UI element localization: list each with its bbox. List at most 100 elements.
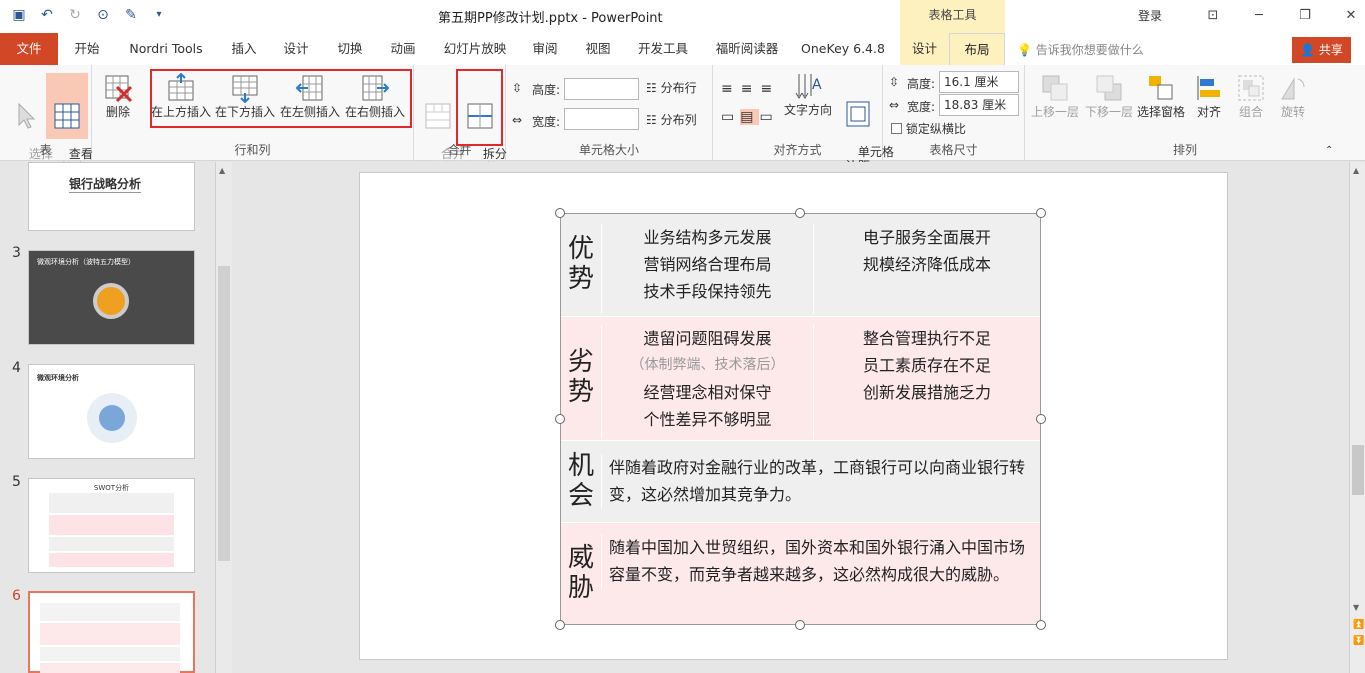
scroll-down-icon[interactable]: ▼ [1353, 603, 1359, 612]
scroll-thumb[interactable] [1352, 445, 1364, 495]
select-button[interactable]: 选择 [6, 73, 53, 175]
scroll-up-icon[interactable]: ▲ [1353, 166, 1359, 175]
ribbon-display-icon[interactable]: ⊡ [1190, 4, 1236, 28]
next-slide-icon[interactable]: ⏬ [1353, 636, 1364, 646]
tab-foxit[interactable]: 福昕阅读器 [710, 33, 784, 65]
highlight-insert-box [150, 69, 412, 128]
align-label: 对齐 [1196, 105, 1221, 119]
touch-icon[interactable]: ✎ [122, 6, 140, 24]
lock-ratio-checkbox[interactable]: 锁定纵横比 [891, 120, 966, 137]
thumbnail-slide-4[interactable]: 微观环境分析 [28, 364, 195, 459]
tab-review[interactable]: 审阅 [525, 33, 565, 65]
table-width-input[interactable]: 18.83 厘米 [939, 94, 1019, 116]
undo-icon[interactable]: ↶ [38, 6, 56, 24]
resize-handle-mr[interactable] [1036, 414, 1046, 424]
strengths-left-cell[interactable]: 业务结构多元发展 营销网络合理布局 技术手段保持领先 [601, 224, 814, 314]
window-title: 第五期PP修改计划.pptx - PowerPoint [438, 11, 663, 26]
group-icon [1238, 75, 1264, 101]
opportunities-cell[interactable]: 伴随着政府对金融行业的改革，工商银行可以向商业银行转变，这必然增加其竞争力。 [601, 454, 1040, 508]
swot-table[interactable]: 优 势 业务结构多元发展 营销网络合理布局 技术手段保持领先 电子服务全面展开 … [560, 213, 1041, 625]
tab-transitions[interactable]: 切换 [330, 33, 370, 65]
tab-design[interactable]: 设计 [276, 33, 316, 65]
lightbulb-icon: 💡 [1017, 43, 1032, 57]
prev-slide-icon[interactable]: ⏫ [1353, 620, 1364, 630]
scroll-thumb[interactable] [218, 266, 230, 561]
resize-handle-bl[interactable] [555, 620, 565, 630]
thumbnails-scrollbar[interactable]: ▲ [215, 162, 232, 673]
cell-width-input[interactable] [564, 108, 639, 130]
bring-forward-button[interactable]: 上移一层 [1029, 73, 1081, 119]
share-button[interactable]: 👤 共享 [1292, 37, 1351, 63]
rotate-button[interactable]: 旋转 [1273, 73, 1313, 119]
thumbnail-slide-5[interactable]: SWOT分析 [28, 478, 195, 573]
send-backward-button[interactable]: 下移一层 [1083, 73, 1135, 119]
weakness-item: 员工素质存在不足 [862, 356, 991, 375]
text-direction-button[interactable]: A 文字方向 [783, 71, 833, 117]
weakness-item: 个性差异不够明显 [643, 410, 772, 429]
close-icon[interactable]: ✕ [1328, 4, 1365, 28]
threats-row[interactable]: 威 胁 随着中国加入世贸组织，国外资本和国外银行涌入中国市场容量不变，而竞争者越… [561, 523, 1040, 624]
distribute-cols-button[interactable]: ☷ 分布列 [646, 113, 712, 127]
thumbnail-diagram [93, 283, 129, 319]
weaknesses-left-cell[interactable]: 遗留问题阻碍发展 （体制弊端、技术落后） 经营理念相对保守 个性差异不够明显 [601, 325, 814, 439]
login-link[interactable]: 登录 [1138, 7, 1162, 24]
resize-handle-tl[interactable] [555, 208, 565, 218]
resize-handle-ml[interactable] [555, 414, 565, 424]
save-icon[interactable]: ▣ [10, 6, 28, 24]
tab-table-design[interactable]: 设计 [900, 33, 949, 65]
tab-nordri[interactable]: Nordri Tools [120, 33, 212, 65]
opportunities-row[interactable]: 机 会 伴随着政府对金融行业的改革，工商银行可以向商业银行转变，这必然增加其竞争… [561, 441, 1040, 523]
tab-file[interactable]: 文件 [0, 33, 58, 65]
tell-me-box[interactable]: 💡 告诉我你想要做什么 [1017, 41, 1144, 58]
gridlines-icon [54, 103, 80, 129]
table-height-label: 高度: [907, 77, 936, 91]
resize-handle-tc[interactable] [795, 208, 805, 218]
collapse-ribbon-icon[interactable]: ⌃ [1325, 145, 1333, 156]
restore-icon[interactable]: ❐ [1282, 4, 1328, 28]
weaknesses-row[interactable]: 劣 势 遗留问题阻碍发展 （体制弊端、技术落后） 经营理念相对保守 个性差异不够… [561, 317, 1040, 441]
editor-scrollbar[interactable]: ▲ ▼ ⏫ ⏬ [1349, 162, 1365, 673]
resize-handle-br[interactable] [1036, 620, 1046, 630]
present-icon[interactable]: ⊙ [94, 6, 112, 24]
tab-animations[interactable]: 动画 [383, 33, 423, 65]
delete-label: 删除 [105, 105, 130, 119]
cell-height-input[interactable] [564, 78, 639, 100]
align-button[interactable]: 对齐 [1189, 73, 1229, 119]
strengths-row[interactable]: 优 势 业务结构多元发展 营销网络合理布局 技术手段保持领先 电子服务全面展开 … [561, 214, 1040, 317]
thumbnail-slide-6-selected[interactable] [28, 591, 195, 673]
tab-table-layout[interactable]: 布局 [949, 33, 1005, 65]
more-icon[interactable]: ▾ [150, 6, 168, 24]
delete-button[interactable]: 删除 [100, 73, 136, 119]
threats-cell[interactable]: 随着中国加入世贸组织，国外资本和国外银行涌入中国市场容量不变，而竞争者越来越多，… [601, 534, 1040, 588]
redo-icon[interactable]: ↻ [66, 6, 84, 24]
share-label: 共享 [1318, 43, 1343, 57]
tab-onekey[interactable]: OneKey 6.4.8 [798, 33, 888, 65]
rows-cols-group-label: 行和列 [234, 143, 271, 157]
vertical-align-icons[interactable]: ▭▤▭ [721, 109, 779, 125]
tab-view[interactable]: 视图 [578, 33, 618, 65]
resize-handle-bc[interactable] [795, 620, 805, 630]
resize-handle-tr[interactable] [1036, 208, 1046, 218]
tab-home[interactable]: 开始 [68, 33, 106, 65]
distribute-rows-button[interactable]: ☷ 分布行 [646, 81, 712, 95]
minimize-icon[interactable]: ─ [1236, 4, 1282, 28]
horizontal-align-icons[interactable]: ≡≡≡ [721, 81, 780, 97]
scroll-up-icon[interactable]: ▲ [219, 166, 225, 175]
tab-slideshow[interactable]: 幻灯片放映 [438, 33, 512, 65]
group-button[interactable]: 组合 [1231, 73, 1271, 119]
slide-thumbnails-pane: 银行战略分析 3 微观环境分析（波特五力模型） 4 微观环境分析 5 SWOT分… [0, 162, 232, 673]
selection-pane-button[interactable]: 选择窗格 [1135, 73, 1187, 119]
bring-forward-icon [1042, 75, 1068, 101]
thumbnail-slide-3[interactable]: 微观环境分析（波特五力模型） [28, 250, 195, 345]
strength-item: 电子服务全面展开 [862, 228, 991, 247]
window-controls: ⊡ ─ ❐ ✕ [1190, 4, 1365, 28]
strengths-right-cell[interactable]: 电子服务全面展开 规模经济降低成本 [814, 224, 1040, 278]
rotate-icon [1281, 77, 1305, 100]
thumbnail-slide-2[interactable]: 银行战略分析 [28, 162, 195, 231]
table-height-input[interactable]: 16.1 厘米 [939, 71, 1019, 93]
view-gridlines-button[interactable]: 查看 网格线 [46, 73, 93, 175]
tab-developer[interactable]: 开发工具 [632, 33, 694, 65]
weaknesses-right-cell[interactable]: 整合管理执行不足 员工素质存在不足 创新发展措施乏力 [814, 325, 1040, 406]
thumbnail-row [49, 515, 174, 535]
tab-insert[interactable]: 插入 [224, 33, 264, 65]
